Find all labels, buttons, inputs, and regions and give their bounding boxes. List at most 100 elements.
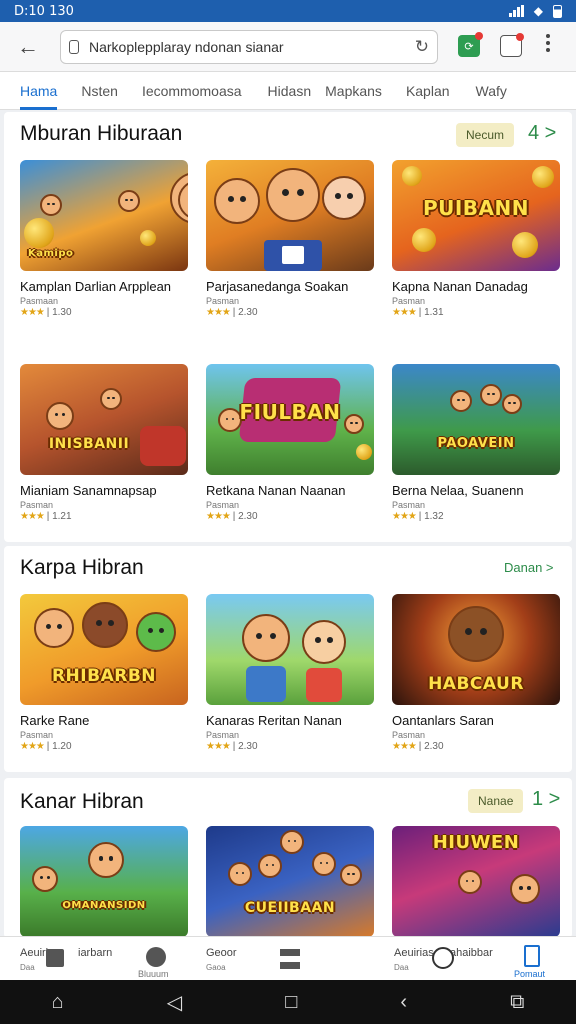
card-title[interactable]: Parjasanedanga Soakan xyxy=(206,279,376,294)
game-thumbnail[interactable] xyxy=(206,594,374,705)
url-text[interactable]: Narkoplepplaray ndonan sianar xyxy=(89,39,415,55)
nav-item-2[interactable]: Bluuum xyxy=(136,937,180,981)
game-thumbnail[interactable]: CUEIIBAAN xyxy=(206,826,374,937)
tab-nsten[interactable]: Nsten xyxy=(81,72,118,110)
card-rating: | 2.30 xyxy=(232,741,258,752)
card-title[interactable]: Rarke Rane xyxy=(20,713,190,728)
card-rating: | 1.20 xyxy=(46,741,72,752)
bottom-navigation: Aeuirl iarbarn Daa Bluuum Geoor Gaoa Aeu… xyxy=(0,936,576,980)
rating-stars: ★★★ xyxy=(206,741,231,752)
bookmark-icon xyxy=(524,945,540,967)
battery-icon xyxy=(553,4,562,18)
nav-label: Pomaut xyxy=(514,969,546,979)
game-thumbnail[interactable] xyxy=(206,160,374,271)
section-title: Mburan Hiburaan xyxy=(20,122,183,145)
signal-icon xyxy=(508,5,524,17)
url-bar[interactable]: Narkoplepplaray ndonan sianar ↻ xyxy=(60,30,438,64)
game-thumbnail[interactable]: HIUWEN xyxy=(392,826,560,937)
game-card[interactable]: OMANANSIDN xyxy=(20,826,190,937)
more-menu-icon[interactable] xyxy=(546,34,550,52)
section-see-more-link[interactable]: Danan > xyxy=(504,560,554,575)
card-title[interactable]: Retkana Nanan Naanan xyxy=(206,483,376,498)
overview-square-icon[interactable]: □ xyxy=(285,991,297,1014)
thumbnail-title: PAOAVEIN xyxy=(437,436,515,451)
nav-label-secondary: ahaibbar xyxy=(450,947,493,959)
rating-stars: ★★★ xyxy=(206,307,231,318)
tab-hama[interactable]: Hama xyxy=(20,72,58,110)
game-thumbnail[interactable]: OMANANSIDN xyxy=(20,826,188,937)
section-filter-pill[interactable]: Necum xyxy=(456,123,515,147)
wifi-icon: ◆ xyxy=(533,4,543,18)
tab-mapkans[interactable]: Mapkans xyxy=(325,72,382,110)
game-thumbnail[interactable]: PAOAVEIN xyxy=(392,364,560,475)
browser-toolbar: ← Narkoplepplaray ndonan sianar ↻ ⟳ xyxy=(0,22,576,72)
nav-item-5[interactable]: Aeuirias ahaibbar Daa xyxy=(394,937,504,981)
game-card[interactable]: FIULBAN Retkana Nanan Naanan Pasman ★★★ … xyxy=(206,364,376,522)
tab-iecommomoasa[interactable]: Iecommomoasa xyxy=(142,72,242,110)
nav-label: Aeuirl xyxy=(20,947,49,959)
thumbnail-title: INISBANII xyxy=(48,436,130,452)
card-rating: | 1.32 xyxy=(418,511,444,522)
back-triangle-icon[interactable]: ◁ xyxy=(167,990,182,1015)
thumbnail-title: FIULBAN xyxy=(239,400,341,424)
game-card[interactable]: CUEIIBAAN xyxy=(206,826,376,937)
game-card[interactable]: HABCAUR Oantanlars Saran Pasman ★★★ | 2.… xyxy=(392,594,562,752)
app-root: D:10 130 ◆ ← Narkoplepplaray ndonan sian… xyxy=(0,0,576,1024)
game-card[interactable]: HIUWEN xyxy=(392,826,562,937)
page-info-icon[interactable] xyxy=(69,40,79,54)
nav-label-secondary: iarbarn xyxy=(78,947,113,959)
screenshot-icon[interactable]: ⧉ xyxy=(510,991,524,1014)
game-thumbnail[interactable]: Kamipo xyxy=(20,160,188,271)
game-card[interactable]: Kamipo Kamplan Darlian Arpplean Pasmaan … xyxy=(20,160,190,318)
nav-item-3[interactable]: Geoor Gaoa xyxy=(206,937,256,981)
game-thumbnail[interactable]: FIULBAN xyxy=(206,364,374,475)
reload-icon[interactable]: ↻ xyxy=(415,37,429,57)
compass-icon xyxy=(432,947,454,969)
back-chevron-icon[interactable]: ‹ xyxy=(400,991,407,1014)
card-title[interactable]: Oantanlars Saran xyxy=(392,713,562,728)
game-card[interactable]: PUIBANN Kapna Nanan Danadag Pasman ★★★ |… xyxy=(392,160,562,318)
nav-sublabel: Daa xyxy=(20,963,35,972)
game-thumbnail[interactable]: RHIBARBN xyxy=(20,594,188,705)
home-icon[interactable]: ⌂ xyxy=(52,991,64,1014)
card-title[interactable]: Mianiam Sanamnapsap xyxy=(20,483,190,498)
nav-item-1[interactable]: Aeuirl iarbarn Daa xyxy=(20,937,113,981)
section-mburan-hiburaan: Mburan Hiburaan Necum 4 > Kamipo Kamplan… xyxy=(4,112,572,542)
tab-hidasn[interactable]: Hidasn xyxy=(268,72,312,110)
card-title[interactable]: Kanaras Reritan Nanan xyxy=(206,713,376,728)
game-thumbnail[interactable]: HABCAUR xyxy=(392,594,560,705)
back-arrow-icon[interactable]: ← xyxy=(14,34,42,60)
thumbnail-title: HIUWEN xyxy=(432,832,520,853)
card-rating: | 2.30 xyxy=(418,741,444,752)
tab-kaplan[interactable]: Kaplan xyxy=(406,72,450,110)
card-rating: | 1.31 xyxy=(418,307,444,318)
card-title[interactable]: Kapna Nanan Danadag xyxy=(392,279,562,294)
tab-wafy[interactable]: Wafy xyxy=(476,72,507,110)
game-card[interactable]: Kanaras Reritan Nanan Pasman ★★★ | 2.30 xyxy=(206,594,376,752)
game-card[interactable]: Parjasanedanga Soakan Pasman ★★★ | 2.30 xyxy=(206,160,376,318)
card-title[interactable]: Berna Nelaa, Suanenn xyxy=(392,483,562,498)
extension-icon[interactable]: ⟳ xyxy=(458,32,483,57)
game-thumbnail[interactable]: PUIBANN xyxy=(392,160,560,271)
section-filter-pill[interactable]: Nanae xyxy=(468,789,524,813)
card-publisher: Pasman xyxy=(206,730,240,740)
section-next-arrow[interactable]: 1 > xyxy=(532,788,560,811)
list-icon xyxy=(280,949,300,969)
game-card[interactable]: RHIBARBN Rarke Rane Pasman ★★★ | 1.20 xyxy=(20,594,190,752)
card-publisher: Pasman xyxy=(392,730,426,740)
status-bar: D:10 130 ◆ xyxy=(0,0,576,22)
rating-stars: ★★★ xyxy=(20,511,45,522)
tabs-icon[interactable] xyxy=(500,33,524,57)
section-title: Karpa Hibran xyxy=(20,556,144,579)
rating-stars: ★★★ xyxy=(206,511,231,522)
nav-item-6[interactable]: Pomaut xyxy=(512,937,556,981)
game-thumbnail[interactable]: INISBANII xyxy=(20,364,188,475)
thumbnail-title: CUEIIBAAN xyxy=(244,900,336,916)
game-card[interactable]: PAOAVEIN Berna Nelaa, Suanenn Pasman ★★★… xyxy=(392,364,562,522)
card-title[interactable]: Kamplan Darlian Arpplean xyxy=(20,279,190,294)
game-card[interactable]: INISBANII Mianiam Sanamnapsap Pasman ★★★… xyxy=(20,364,190,522)
nav-item-4[interactable] xyxy=(278,937,302,981)
section-next-arrow[interactable]: 4 > xyxy=(528,122,556,145)
section-karpa-hibran: Karpa Hibran Danan > RHIBARBN Rarke Rane… xyxy=(4,546,572,772)
nav-sublabel: Daa xyxy=(394,963,409,972)
